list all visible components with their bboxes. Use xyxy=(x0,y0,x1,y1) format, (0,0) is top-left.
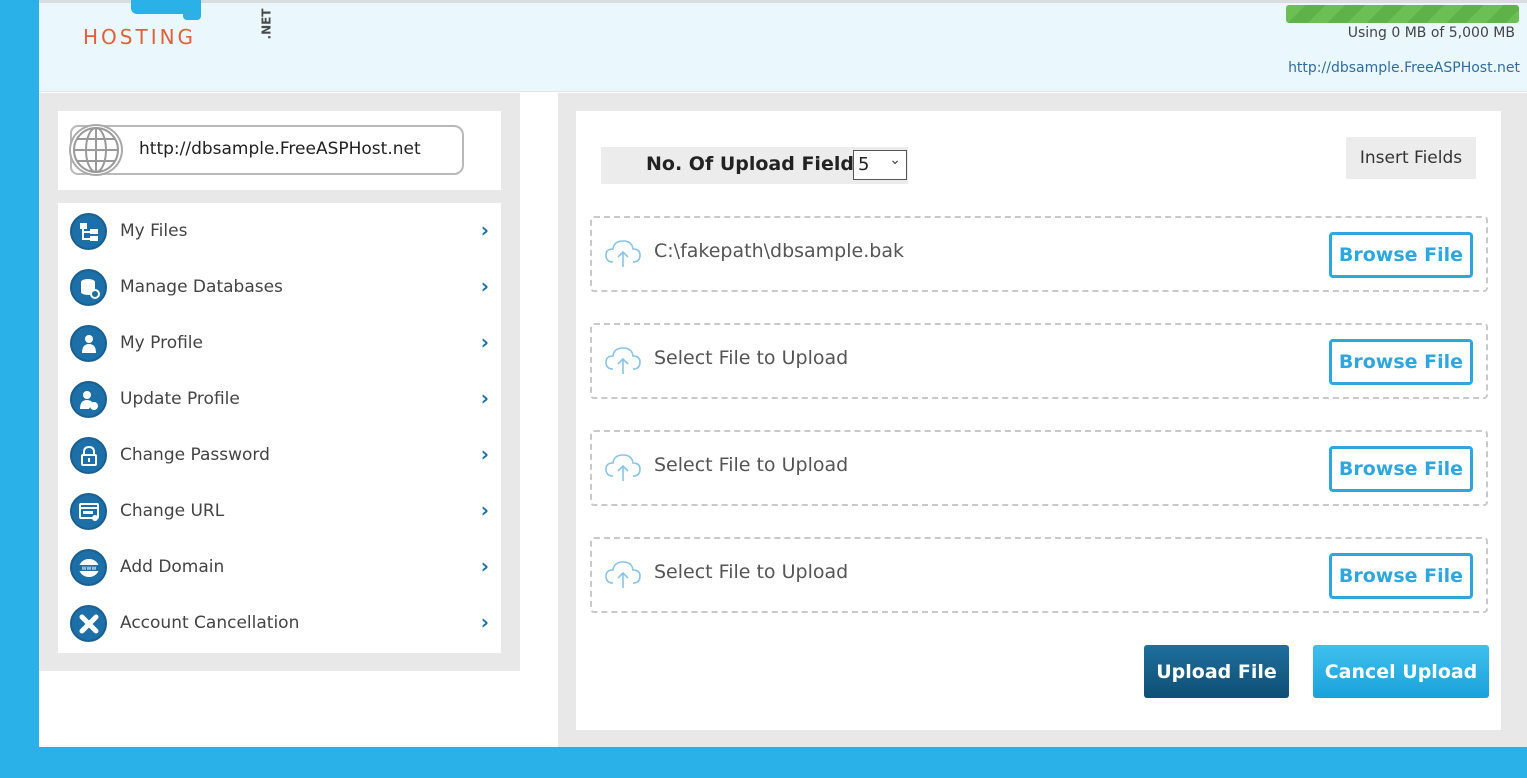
selected-file-text: Select File to Upload xyxy=(654,347,849,369)
sidebar-item-add-domain[interactable]: www Add Domain › xyxy=(58,539,501,595)
chevron-down-icon: ⌄ xyxy=(889,152,901,168)
browse-file-button[interactable]: Browse File xyxy=(1329,232,1473,278)
sidebar-item-change-url[interactable]: Change URL › xyxy=(58,483,501,539)
sidebar-item-my-files[interactable]: My Files › xyxy=(58,203,501,259)
cloud-upload-icon xyxy=(605,454,641,481)
upload-field-row: Select File to Upload Browse File xyxy=(590,323,1488,399)
cancel-upload-button[interactable]: Cancel Upload xyxy=(1313,645,1489,698)
selected-file-text: Select File to Upload xyxy=(654,561,849,583)
upload-field-row: Select File to Upload Browse File xyxy=(590,430,1488,506)
close-icon xyxy=(70,605,107,642)
chevron-right-icon: › xyxy=(480,218,489,242)
sidebar-item-account-cancellation[interactable]: Account Cancellation › xyxy=(58,595,501,651)
logo-suffix: .NET xyxy=(259,8,274,40)
chevron-right-icon: › xyxy=(480,610,489,634)
logo-mark-accent xyxy=(183,0,201,20)
sidebar-item-my-profile[interactable]: My Profile › xyxy=(58,315,501,371)
globe-icon xyxy=(69,124,123,176)
svg-text:www: www xyxy=(81,565,96,572)
upload-fields-label: No. Of Upload Fields xyxy=(646,153,866,175)
cloud-upload-icon xyxy=(605,240,641,267)
insert-fields-button[interactable]: Insert Fields xyxy=(1346,137,1476,179)
lock-icon xyxy=(70,437,107,474)
sidebar-item-update-profile[interactable]: Update Profile › xyxy=(58,371,501,427)
upload-content xyxy=(576,111,1501,730)
chevron-right-icon: › xyxy=(480,274,489,298)
user-edit-icon xyxy=(70,381,107,418)
sidebar-item-label: Add Domain xyxy=(120,557,225,577)
sidebar-site-url[interactable]: http://dbsample.FreeASPHost.net xyxy=(139,139,421,159)
cloud-upload-icon xyxy=(605,561,641,588)
url-icon xyxy=(70,493,107,530)
header-site-url[interactable]: http://dbsample.FreeASPHost.net xyxy=(1270,60,1520,76)
sidebar-item-label: Manage Databases xyxy=(120,277,283,297)
sidebar-item-change-password[interactable]: Change Password › xyxy=(58,427,501,483)
browse-file-button[interactable]: Browse File xyxy=(1329,553,1473,599)
storage-quota-text: Using 0 MB of 5,000 MB xyxy=(1347,25,1515,41)
browse-file-button[interactable]: Browse File xyxy=(1329,339,1473,385)
upload-field-row: C:\fakepath\dbsample.bak Browse File xyxy=(590,216,1488,292)
sidebar-item-label: My Profile xyxy=(120,333,203,353)
sidebar-menu: My Files › Manage Databases › My Profile… xyxy=(58,203,501,653)
sidebar-item-label: Update Profile xyxy=(120,389,240,409)
selected-file-text: C:\fakepath\dbsample.bak xyxy=(654,240,904,262)
chevron-right-icon: › xyxy=(480,554,489,578)
user-icon xyxy=(70,325,107,362)
database-icon xyxy=(70,269,107,306)
cloud-upload-icon xyxy=(605,347,641,374)
storage-quota-bar xyxy=(1286,5,1519,23)
chevron-right-icon: › xyxy=(480,498,489,522)
upload-fields-select[interactable]: 5 ⌄ xyxy=(853,150,907,180)
sidebar-item-label: My Files xyxy=(120,221,188,241)
folder-tree-icon xyxy=(70,213,107,250)
chevron-right-icon: › xyxy=(480,386,489,410)
sidebar-item-label: Account Cancellation xyxy=(120,613,300,633)
upload-fields-value: 5 xyxy=(858,154,870,175)
upload-field-row: Select File to Upload Browse File xyxy=(590,537,1488,613)
upload-file-button[interactable]: Upload File xyxy=(1144,645,1289,698)
browse-file-button[interactable]: Browse File xyxy=(1329,446,1473,492)
www-icon: www xyxy=(70,549,107,586)
sidebar-item-label: Change URL xyxy=(120,501,225,521)
logo[interactable]: HOSTING .NET xyxy=(83,0,273,53)
sidebar-item-label: Change Password xyxy=(120,445,270,465)
logo-word: HOSTING xyxy=(83,25,197,49)
chevron-right-icon: › xyxy=(480,442,489,466)
sidebar-item-manage-databases[interactable]: Manage Databases › xyxy=(58,259,501,315)
chevron-right-icon: › xyxy=(480,330,489,354)
selected-file-text: Select File to Upload xyxy=(654,454,849,476)
